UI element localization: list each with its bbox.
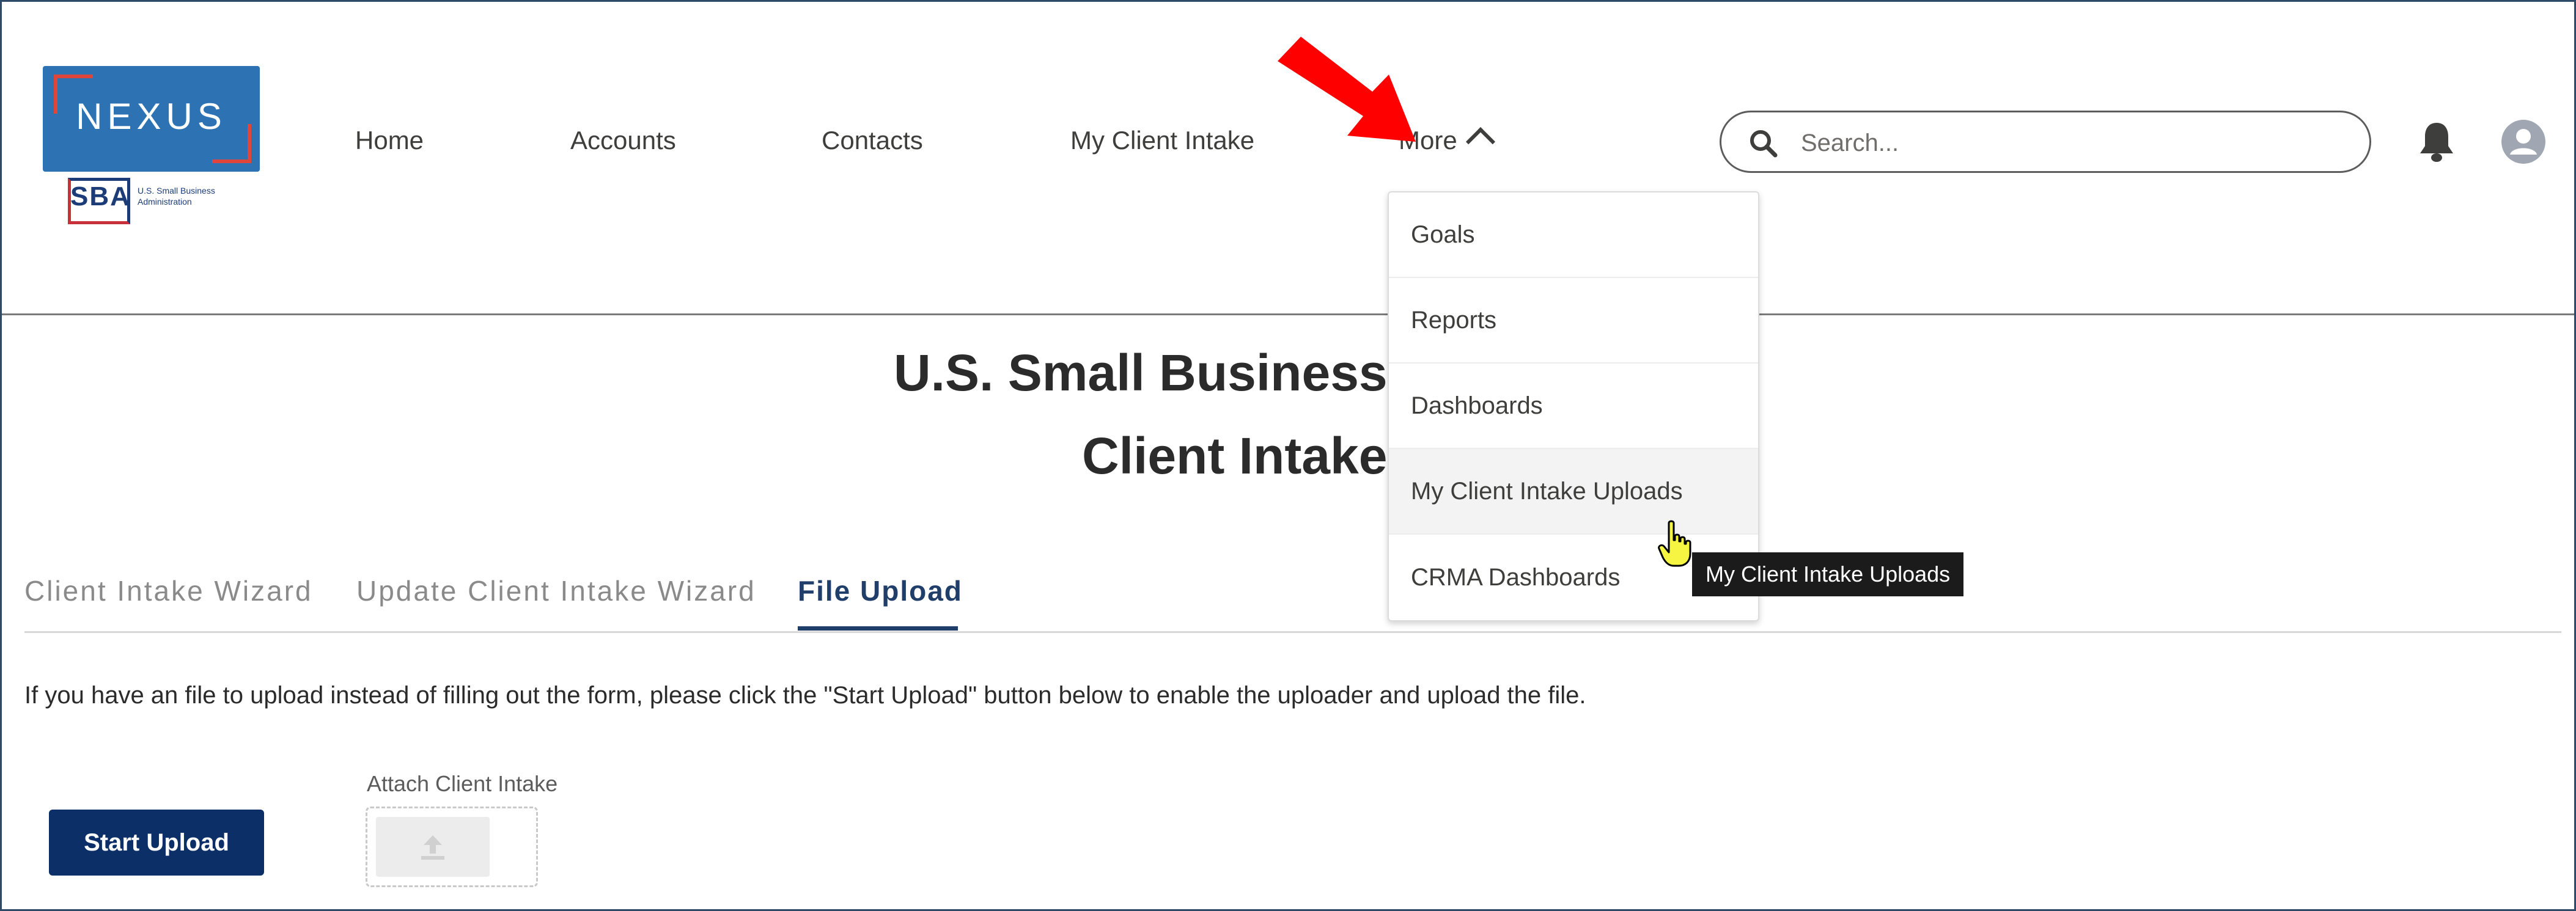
global-search[interactable]: [1720, 111, 2371, 173]
menu-item-tooltip: My Client Intake Uploads: [1692, 552, 1964, 596]
nav-item-accounts[interactable]: Accounts: [570, 126, 676, 155]
menu-item-my-client-intake-uploads[interactable]: My Client Intake Uploads: [1389, 449, 1758, 535]
file-dropzone: [366, 807, 538, 887]
upload-icon: [421, 835, 444, 860]
chevron-up-icon[interactable]: [1465, 126, 1496, 157]
nav-item-home[interactable]: Home: [355, 126, 424, 155]
page-title-line1: U.S. Small Business Ac: [894, 344, 1466, 401]
search-icon: [1750, 130, 1778, 158]
page-title-line2: Client Intake F: [1082, 427, 1433, 485]
sba-logo-subtext: U.S. Small Business Administration: [138, 186, 215, 207]
hand-cursor-icon: [1658, 520, 1691, 567]
tab-client-intake-wizard[interactable]: Client Intake Wizard: [24, 574, 313, 607]
menu-item-reports[interactable]: Reports: [1389, 278, 1758, 364]
logo-text: NEXUS: [76, 96, 227, 137]
attach-client-intake-label: Attach Client Intake: [367, 771, 558, 796]
menu-item-dashboards[interactable]: Dashboards: [1389, 364, 1758, 449]
search-input[interactable]: [1800, 123, 2340, 163]
upload-files-button: [376, 817, 490, 877]
upload-instructions: If you have an file to upload instead of…: [24, 682, 1586, 709]
start-upload-button[interactable]: Start Upload: [49, 810, 264, 876]
bell-icon[interactable]: [2418, 120, 2456, 163]
nav-item-my-client-intake[interactable]: My Client Intake: [1070, 126, 1254, 155]
active-tab-indicator: [798, 626, 958, 631]
tab-update-client-intake-wizard[interactable]: Update Client Intake Wizard: [356, 574, 756, 607]
nav-item-contacts[interactable]: Contacts: [822, 126, 923, 155]
tabs-divider: [24, 631, 2561, 633]
nexus-logo[interactable]: NEXUS: [43, 66, 260, 172]
sba-logo-text: SBA: [70, 181, 131, 211]
menu-item-goals[interactable]: Goals: [1389, 192, 1758, 278]
tab-file-upload[interactable]: File Upload: [798, 574, 963, 607]
avatar-icon[interactable]: [2501, 119, 2546, 164]
red-arrow-annotation: [1278, 37, 1416, 142]
